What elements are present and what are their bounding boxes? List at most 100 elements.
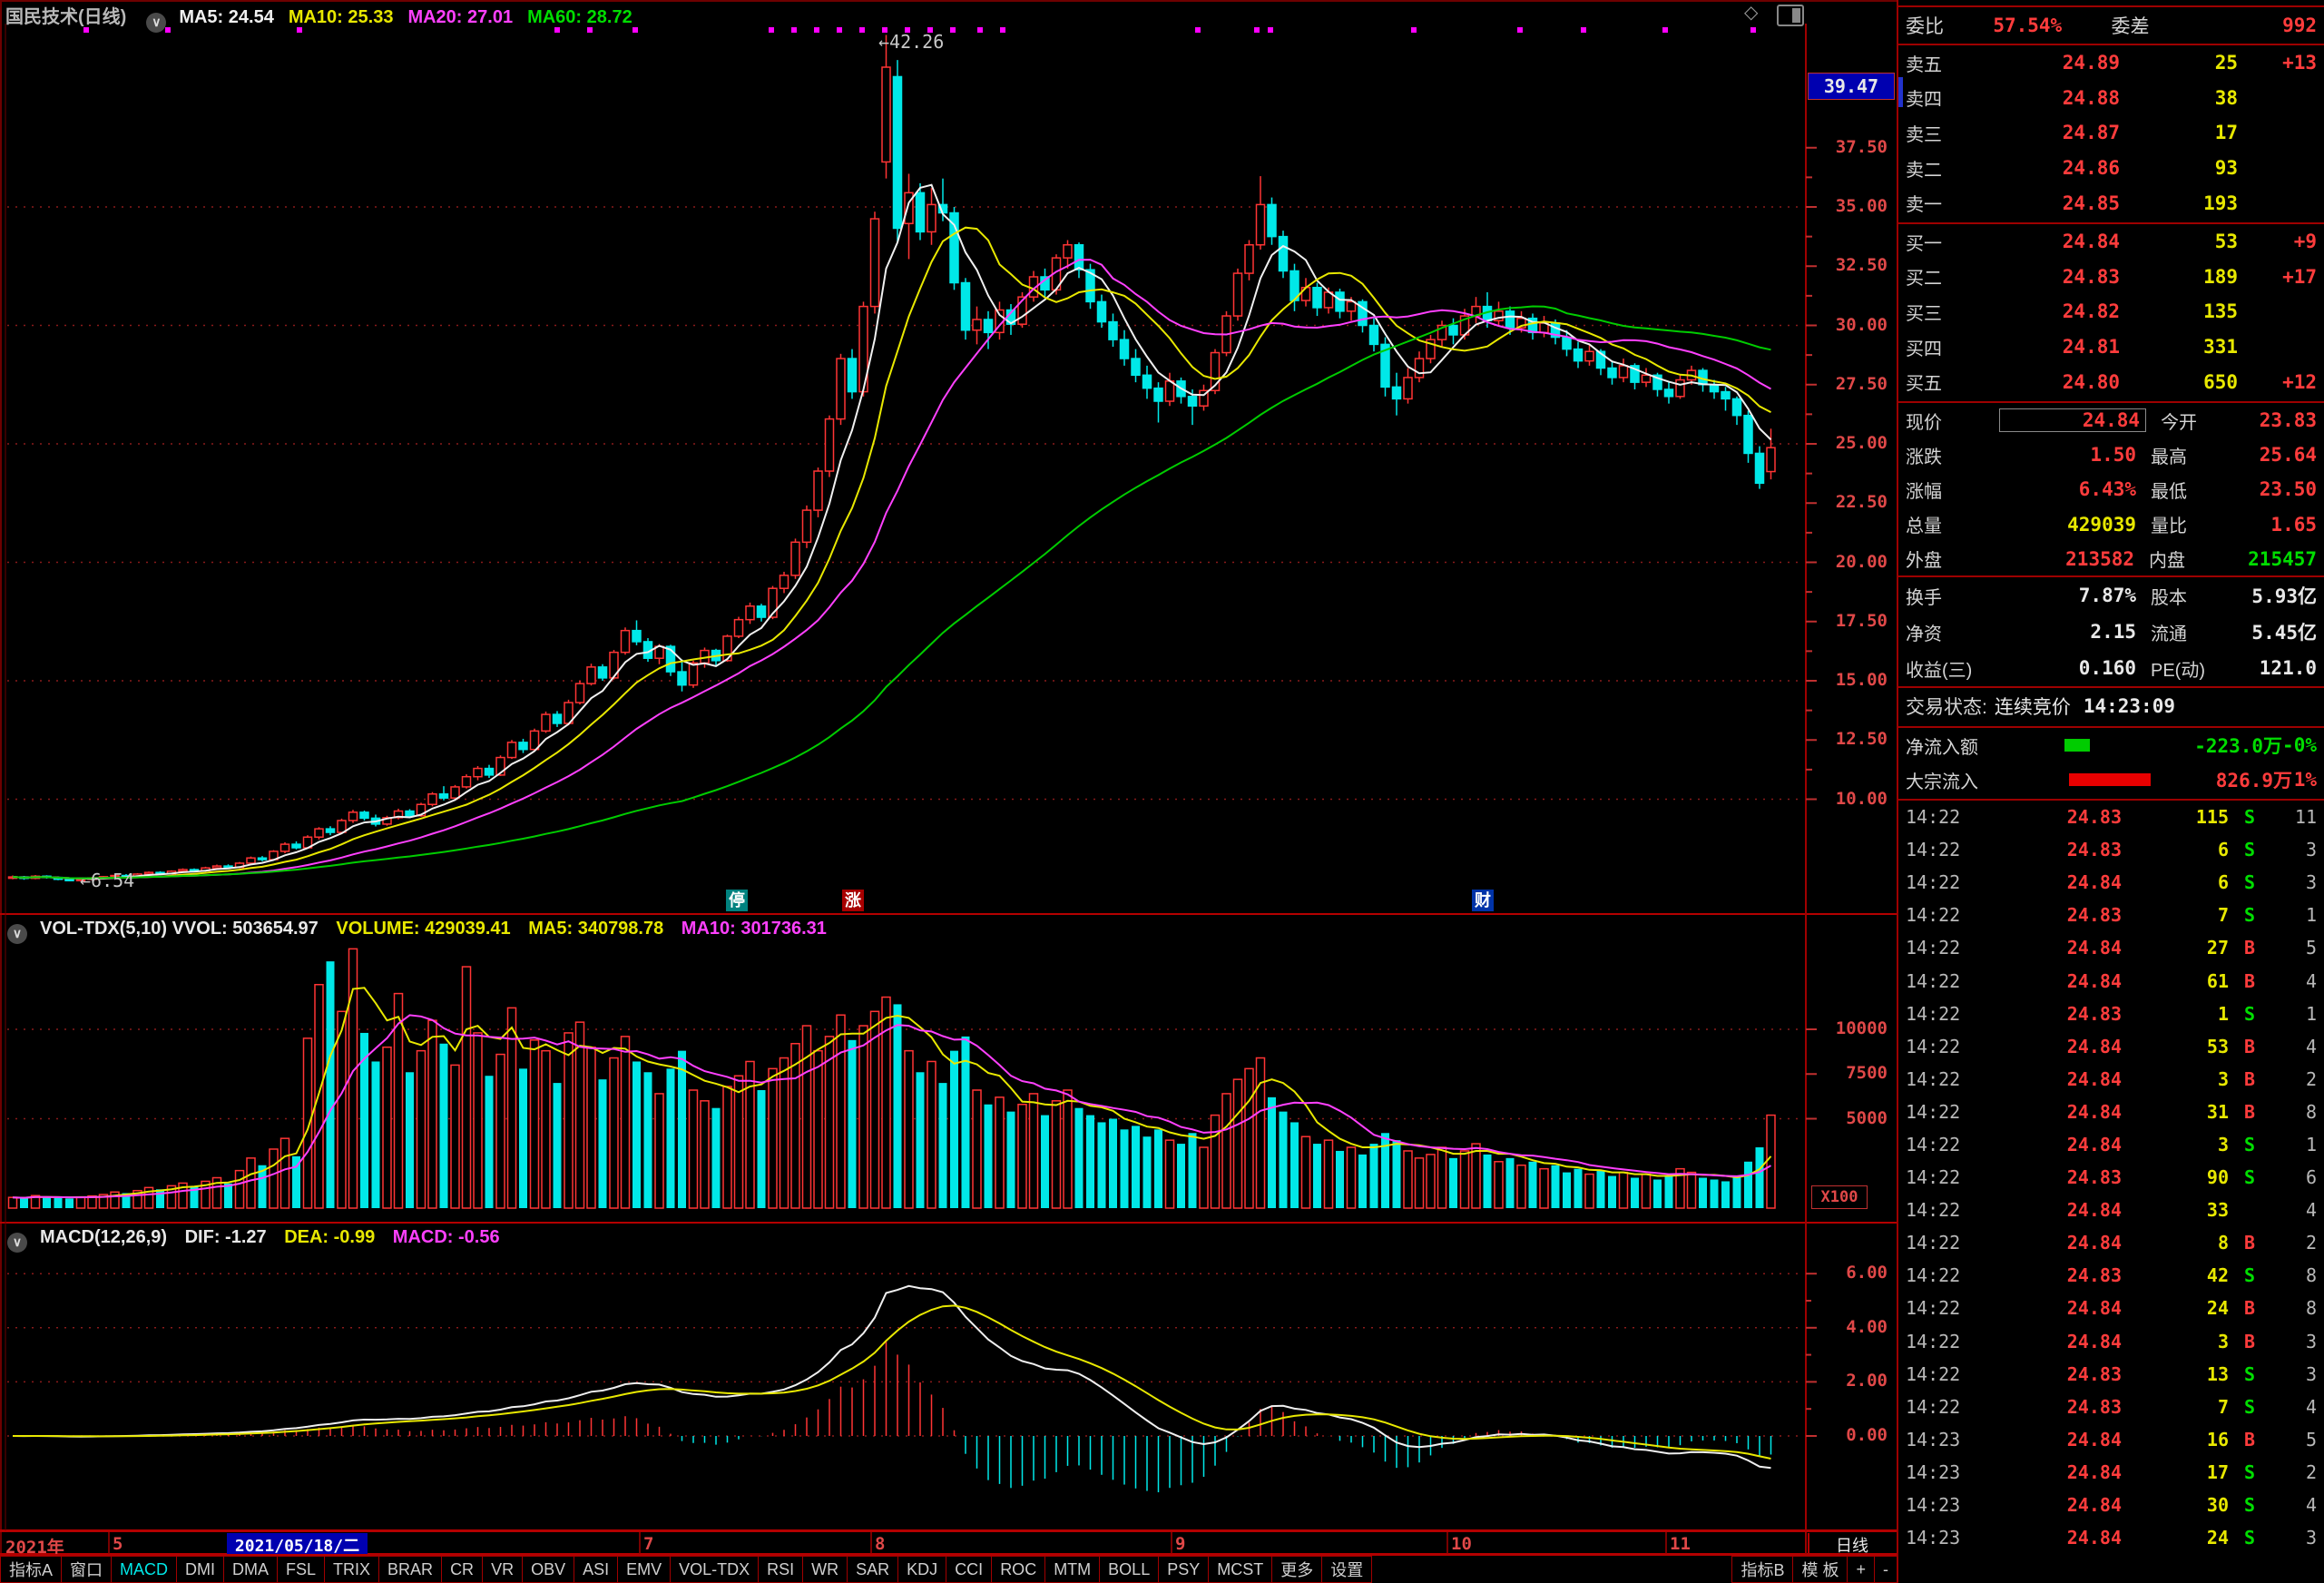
buy-row[interactable]: 买四24.81331 bbox=[1898, 329, 2324, 365]
tab-+[interactable]: + bbox=[1847, 1556, 1875, 1583]
quote-value2: 23.83 bbox=[2260, 409, 2317, 431]
tx-price: 24.84 bbox=[1986, 1232, 2122, 1254]
tab-ROC[interactable]: ROC bbox=[991, 1556, 1045, 1583]
tab-VOL-TDX[interactable]: VOL-TDX bbox=[670, 1556, 759, 1583]
buy-row[interactable]: 买三24.82135 bbox=[1898, 294, 2324, 329]
tab-模 板[interactable]: 模 板 bbox=[1792, 1556, 1848, 1583]
ma-values: MA5: 24.54MA10: 25.33MA20: 27.01MA60: 28… bbox=[179, 7, 646, 27]
tab-TRIX[interactable]: TRIX bbox=[324, 1556, 379, 1583]
window-split-icon[interactable] bbox=[1777, 5, 1804, 26]
tx-time: 14:22 bbox=[1906, 1199, 1986, 1221]
tx-price: 24.83 bbox=[1986, 1363, 2122, 1385]
period-label[interactable]: 日线 bbox=[1808, 1533, 1895, 1554]
collapse-chevron-icon[interactable]: ∨ bbox=[7, 1233, 27, 1253]
sell-row[interactable]: 卖五24.8925+13 bbox=[1898, 45, 2324, 81]
tab-MTM[interactable]: MTM bbox=[1044, 1556, 1100, 1583]
transaction-row: 14:2324.8416B5 bbox=[1898, 1423, 2324, 1456]
quote-label2: 内盘 bbox=[2134, 546, 2248, 572]
tx-count: 4 bbox=[2270, 1396, 2317, 1418]
tx-side: S bbox=[2229, 1166, 2270, 1188]
tab-WR[interactable]: WR bbox=[802, 1556, 848, 1583]
collapse-chevron-icon[interactable]: ∨ bbox=[146, 13, 166, 33]
quote-value2: 25.64 bbox=[2250, 444, 2317, 466]
tx-count: 1 bbox=[2270, 904, 2317, 926]
transaction-row: 14:2224.8453B4 bbox=[1898, 1030, 2324, 1063]
tab-ASI[interactable]: ASI bbox=[574, 1556, 618, 1583]
event-badge-停[interactable]: 停 bbox=[726, 890, 748, 911]
transaction-row: 14:2224.84334 bbox=[1898, 1194, 2324, 1226]
buy-row[interactable]: 买一24.8453+9 bbox=[1898, 224, 2324, 260]
quote-label1: 现价 bbox=[1906, 408, 1999, 434]
event-badge-涨[interactable]: 涨 bbox=[842, 890, 864, 911]
tab-OBV[interactable]: OBV bbox=[522, 1556, 574, 1583]
tab-BOLL[interactable]: BOLL bbox=[1099, 1556, 1159, 1583]
event-badge-财[interactable]: 财 bbox=[1472, 890, 1494, 911]
tab-RSI[interactable]: RSI bbox=[758, 1556, 803, 1583]
tx-count: 6 bbox=[2270, 1166, 2317, 1188]
tx-time: 14:22 bbox=[1906, 1363, 1986, 1385]
tab-EMV[interactable]: EMV bbox=[617, 1556, 671, 1583]
tx-side: S bbox=[2229, 1494, 2270, 1516]
collapse-chevron-icon[interactable]: ∨ bbox=[7, 924, 27, 944]
tab-DMI[interactable]: DMI bbox=[176, 1556, 224, 1583]
buy-row[interactable]: 买五24.80650+12 bbox=[1898, 364, 2324, 399]
vol-volume-value: VOLUME: 429039.41 bbox=[336, 919, 510, 939]
transaction-row: 14:2324.8430S4 bbox=[1898, 1489, 2324, 1521]
status-time: 14:23:09 bbox=[2084, 695, 2175, 717]
tab-BRAR[interactable]: BRAR bbox=[378, 1556, 442, 1583]
tx-time: 14:22 bbox=[1906, 937, 1986, 959]
macd-tick-label: 0.00 bbox=[1808, 1425, 1888, 1445]
tab-更多[interactable]: 更多 bbox=[1271, 1556, 1322, 1583]
tab-SAR[interactable]: SAR bbox=[847, 1556, 898, 1583]
axis-max-label: 39.47 bbox=[1808, 73, 1895, 100]
tab--[interactable]: - bbox=[1874, 1556, 1897, 1583]
tab-VR[interactable]: VR bbox=[482, 1556, 523, 1583]
tab-设置[interactable]: 设置 bbox=[1321, 1556, 1372, 1583]
price-tick-label: 37.50 bbox=[1808, 137, 1888, 157]
order-price: 24.82 bbox=[1984, 300, 2120, 322]
price-tick-label: 20.00 bbox=[1808, 552, 1888, 572]
transaction-row: 14:2224.8461B4 bbox=[1898, 964, 2324, 997]
tab-MACD[interactable]: MACD bbox=[111, 1556, 177, 1583]
funds-value1: 7.87% bbox=[2000, 585, 2136, 606]
flow-bar bbox=[2069, 773, 2151, 786]
diamond-icon[interactable]: ◇ bbox=[1744, 1, 1758, 24]
tx-time: 14:23 bbox=[1906, 1461, 1986, 1483]
flow-bar-cell bbox=[2069, 769, 2174, 791]
tab-指标A[interactable]: 指标A bbox=[0, 1556, 62, 1583]
tab-指标B[interactable]: 指标B bbox=[1731, 1556, 1793, 1583]
flow-label: 大宗流入 bbox=[1906, 767, 2069, 793]
sell-row[interactable]: 卖一24.85193 bbox=[1898, 185, 2324, 221]
tx-price: 24.83 bbox=[1986, 839, 2122, 860]
tx-count: 11 bbox=[2270, 806, 2317, 828]
quote-label2: 今开 bbox=[2146, 408, 2260, 434]
quote-row: 现价24.84今开23.83 bbox=[1898, 403, 2324, 438]
tab-KDJ[interactable]: KDJ bbox=[897, 1556, 946, 1583]
tx-side: B bbox=[2229, 1036, 2270, 1057]
tx-count: 8 bbox=[2270, 1101, 2317, 1123]
tx-time: 14:23 bbox=[1906, 1429, 1986, 1450]
sell-row[interactable]: 卖四24.8838 bbox=[1898, 81, 2324, 116]
tab-PSY[interactable]: PSY bbox=[1158, 1556, 1209, 1583]
buy-row[interactable]: 买二24.83189+17 bbox=[1898, 260, 2324, 295]
flow-label: 净流入额 bbox=[1906, 733, 2064, 759]
tab-CR[interactable]: CR bbox=[441, 1556, 483, 1583]
tab-MCST[interactable]: MCST bbox=[1208, 1556, 1272, 1583]
tx-price: 24.84 bbox=[1986, 1461, 2122, 1483]
tx-volume: 8 bbox=[2122, 1232, 2229, 1254]
tx-price: 24.84 bbox=[1986, 1429, 2122, 1450]
transaction-row: 14:2224.837S4 bbox=[1898, 1391, 2324, 1423]
tab-CCI[interactable]: CCI bbox=[946, 1556, 992, 1583]
funds-label1: 净资 bbox=[1906, 619, 2000, 645]
sell-row[interactable]: 卖二24.8693 bbox=[1898, 151, 2324, 186]
order-delta: +12 bbox=[2238, 371, 2317, 393]
sell-label: 卖五 bbox=[1906, 50, 1984, 76]
tab-DMA[interactable]: DMA bbox=[223, 1556, 278, 1583]
tab-FSL[interactable]: FSL bbox=[277, 1556, 325, 1583]
tx-volume: 7 bbox=[2122, 904, 2229, 926]
tx-price: 24.83 bbox=[1986, 1264, 2122, 1286]
tab-窗口[interactable]: 窗口 bbox=[61, 1556, 112, 1583]
quote-row: 涨幅6.43%最低23.50 bbox=[1898, 472, 2324, 506]
sell-row[interactable]: 卖三24.8717 bbox=[1898, 115, 2324, 151]
quote-value1: 213582 bbox=[1999, 548, 2134, 570]
